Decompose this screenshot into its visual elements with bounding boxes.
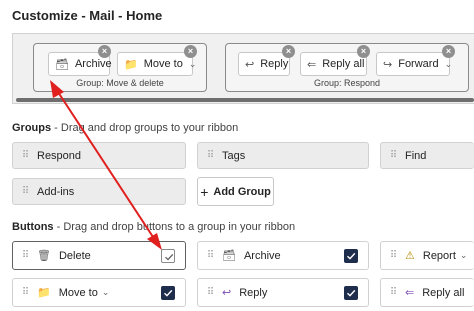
- button-item-reply-all[interactable]: ⠿ ⇐ Reply all: [380, 278, 474, 307]
- include-checkbox[interactable]: [344, 286, 358, 300]
- reply-icon: ↩: [222, 287, 232, 299]
- move-to-folder-icon: 📁: [37, 287, 51, 299]
- button-item-report[interactable]: ⠿ ⚠ Report ⌄: [380, 241, 474, 270]
- group-item-tags[interactable]: ⠿ Tags: [197, 142, 369, 169]
- remove-reply-icon[interactable]: ×: [282, 45, 295, 58]
- chevron-down-icon: ⌄: [188, 58, 197, 69]
- chevron-down-icon: ⌄: [459, 250, 468, 260]
- group-item-label: Tags: [222, 149, 246, 162]
- ribbon-scrollbar[interactable]: [16, 98, 474, 102]
- group-caption: Group: Respond: [313, 78, 381, 88]
- ribbon-button-label: Archive: [74, 58, 112, 70]
- add-group-button[interactable]: + Add Group: [197, 177, 274, 206]
- ribbon-preview: 🗃 Archive 📁 Move to ⌄ × × Group: Move & …: [12, 33, 474, 104]
- button-item-label: Delete: [58, 249, 91, 262]
- buttons-heading: Buttons: [12, 221, 54, 233]
- ribbon-button-forward[interactable]: ↪ Forward ⌄: [376, 52, 453, 76]
- button-item-label: Reply all: [422, 286, 465, 299]
- button-item-label: Report: [422, 249, 456, 262]
- trash-icon: 🗑: [37, 250, 51, 262]
- button-item-label: Archive: [243, 249, 281, 262]
- chevron-down-icon: ⌄: [444, 58, 453, 69]
- button-item-label: Reply: [239, 286, 268, 299]
- group-item-add-ins[interactable]: ⠿ Add-ins: [12, 178, 186, 205]
- group-caption: Group: Move & delete: [76, 78, 164, 88]
- include-checkbox[interactable]: [161, 249, 175, 263]
- forward-icon: ↪: [383, 58, 393, 71]
- archive-icon: 🗃: [55, 58, 69, 71]
- add-group-label: Add Group: [213, 185, 271, 198]
- drag-handle-icon[interactable]: ⠿: [198, 150, 222, 161]
- groups-hint: - Drag and drop groups to your ribbon: [51, 122, 239, 134]
- group-item-label: Find: [405, 149, 427, 162]
- remove-move-to-icon[interactable]: ×: [184, 45, 197, 58]
- drag-handle-icon[interactable]: ⠿: [381, 150, 405, 161]
- remove-forward-icon[interactable]: ×: [442, 45, 455, 58]
- group-item-respond[interactable]: ⠿ Respond: [12, 142, 186, 169]
- button-item-move-to[interactable]: ⠿ 📁 Move to ⌄: [12, 278, 186, 307]
- button-item-label: Move to: [58, 286, 98, 299]
- group-item-find[interactable]: ⠿ Find: [380, 142, 474, 169]
- drag-handle-icon[interactable]: ⠿: [198, 250, 222, 261]
- button-item-archive[interactable]: ⠿ 🗃 Archive: [197, 241, 369, 270]
- ribbon-button-move-to[interactable]: 📁 Move to ⌄: [117, 52, 196, 76]
- warning-icon: ⚠: [405, 250, 415, 262]
- drag-handle-icon[interactable]: ⠿: [198, 287, 222, 298]
- ribbon-button-label: Reply: [260, 58, 289, 70]
- ribbon-button-label: Reply all: [322, 58, 365, 70]
- button-item-delete[interactable]: ⠿ 🗑 Delete: [12, 241, 186, 270]
- ribbon-button-label: Forward: [398, 58, 439, 70]
- drag-handle-icon[interactable]: ⠿: [13, 250, 37, 261]
- ribbon-group-move-delete[interactable]: 🗃 Archive 📁 Move to ⌄ × × Group: Move & …: [33, 43, 207, 92]
- remove-reply-all-icon[interactable]: ×: [357, 45, 370, 58]
- reply-all-icon: ⇐: [405, 287, 415, 299]
- archive-icon: 🗃: [222, 250, 236, 262]
- remove-archive-icon[interactable]: ×: [98, 45, 111, 58]
- groups-heading: Groups: [12, 122, 52, 134]
- page-title: Customize - Mail - Home: [12, 8, 163, 23]
- drag-handle-icon[interactable]: ⠿: [13, 150, 37, 161]
- ribbon-button-reply-all[interactable]: ⇐ Reply all: [300, 52, 367, 76]
- include-checkbox[interactable]: [344, 249, 358, 263]
- drag-handle-icon[interactable]: ⠿: [13, 186, 37, 197]
- ribbon-group-respond[interactable]: ↩ Reply ⇐ Reply all ↪ Forward ⌄ × × × Gr…: [225, 43, 469, 92]
- drag-handle-icon[interactable]: ⠿: [381, 287, 405, 298]
- buttons-section-label: Buttons - Drag and drop buttons to a gro…: [12, 221, 295, 233]
- group-item-label: Add-ins: [37, 185, 75, 198]
- reply-icon: ↩: [245, 58, 255, 71]
- ribbon-button-label: Move to: [143, 58, 183, 70]
- include-checkbox[interactable]: [161, 286, 175, 300]
- drag-handle-icon[interactable]: ⠿: [381, 250, 405, 261]
- plus-icon: +: [200, 183, 209, 200]
- move-to-folder-icon: 📁: [124, 58, 138, 71]
- groups-section-label: Groups - Drag and drop groups to your ri…: [12, 122, 238, 134]
- buttons-hint: - Drag and drop buttons to a group in yo…: [53, 221, 296, 233]
- drag-handle-icon[interactable]: ⠿: [13, 287, 37, 298]
- chevron-down-icon: ⌄: [101, 287, 110, 297]
- group-item-label: Respond: [37, 149, 82, 162]
- button-item-reply[interactable]: ⠿ ↩ Reply: [197, 278, 369, 307]
- reply-all-icon: ⇐: [307, 58, 317, 71]
- ribbon-button-reply[interactable]: ↩ Reply: [238, 52, 290, 76]
